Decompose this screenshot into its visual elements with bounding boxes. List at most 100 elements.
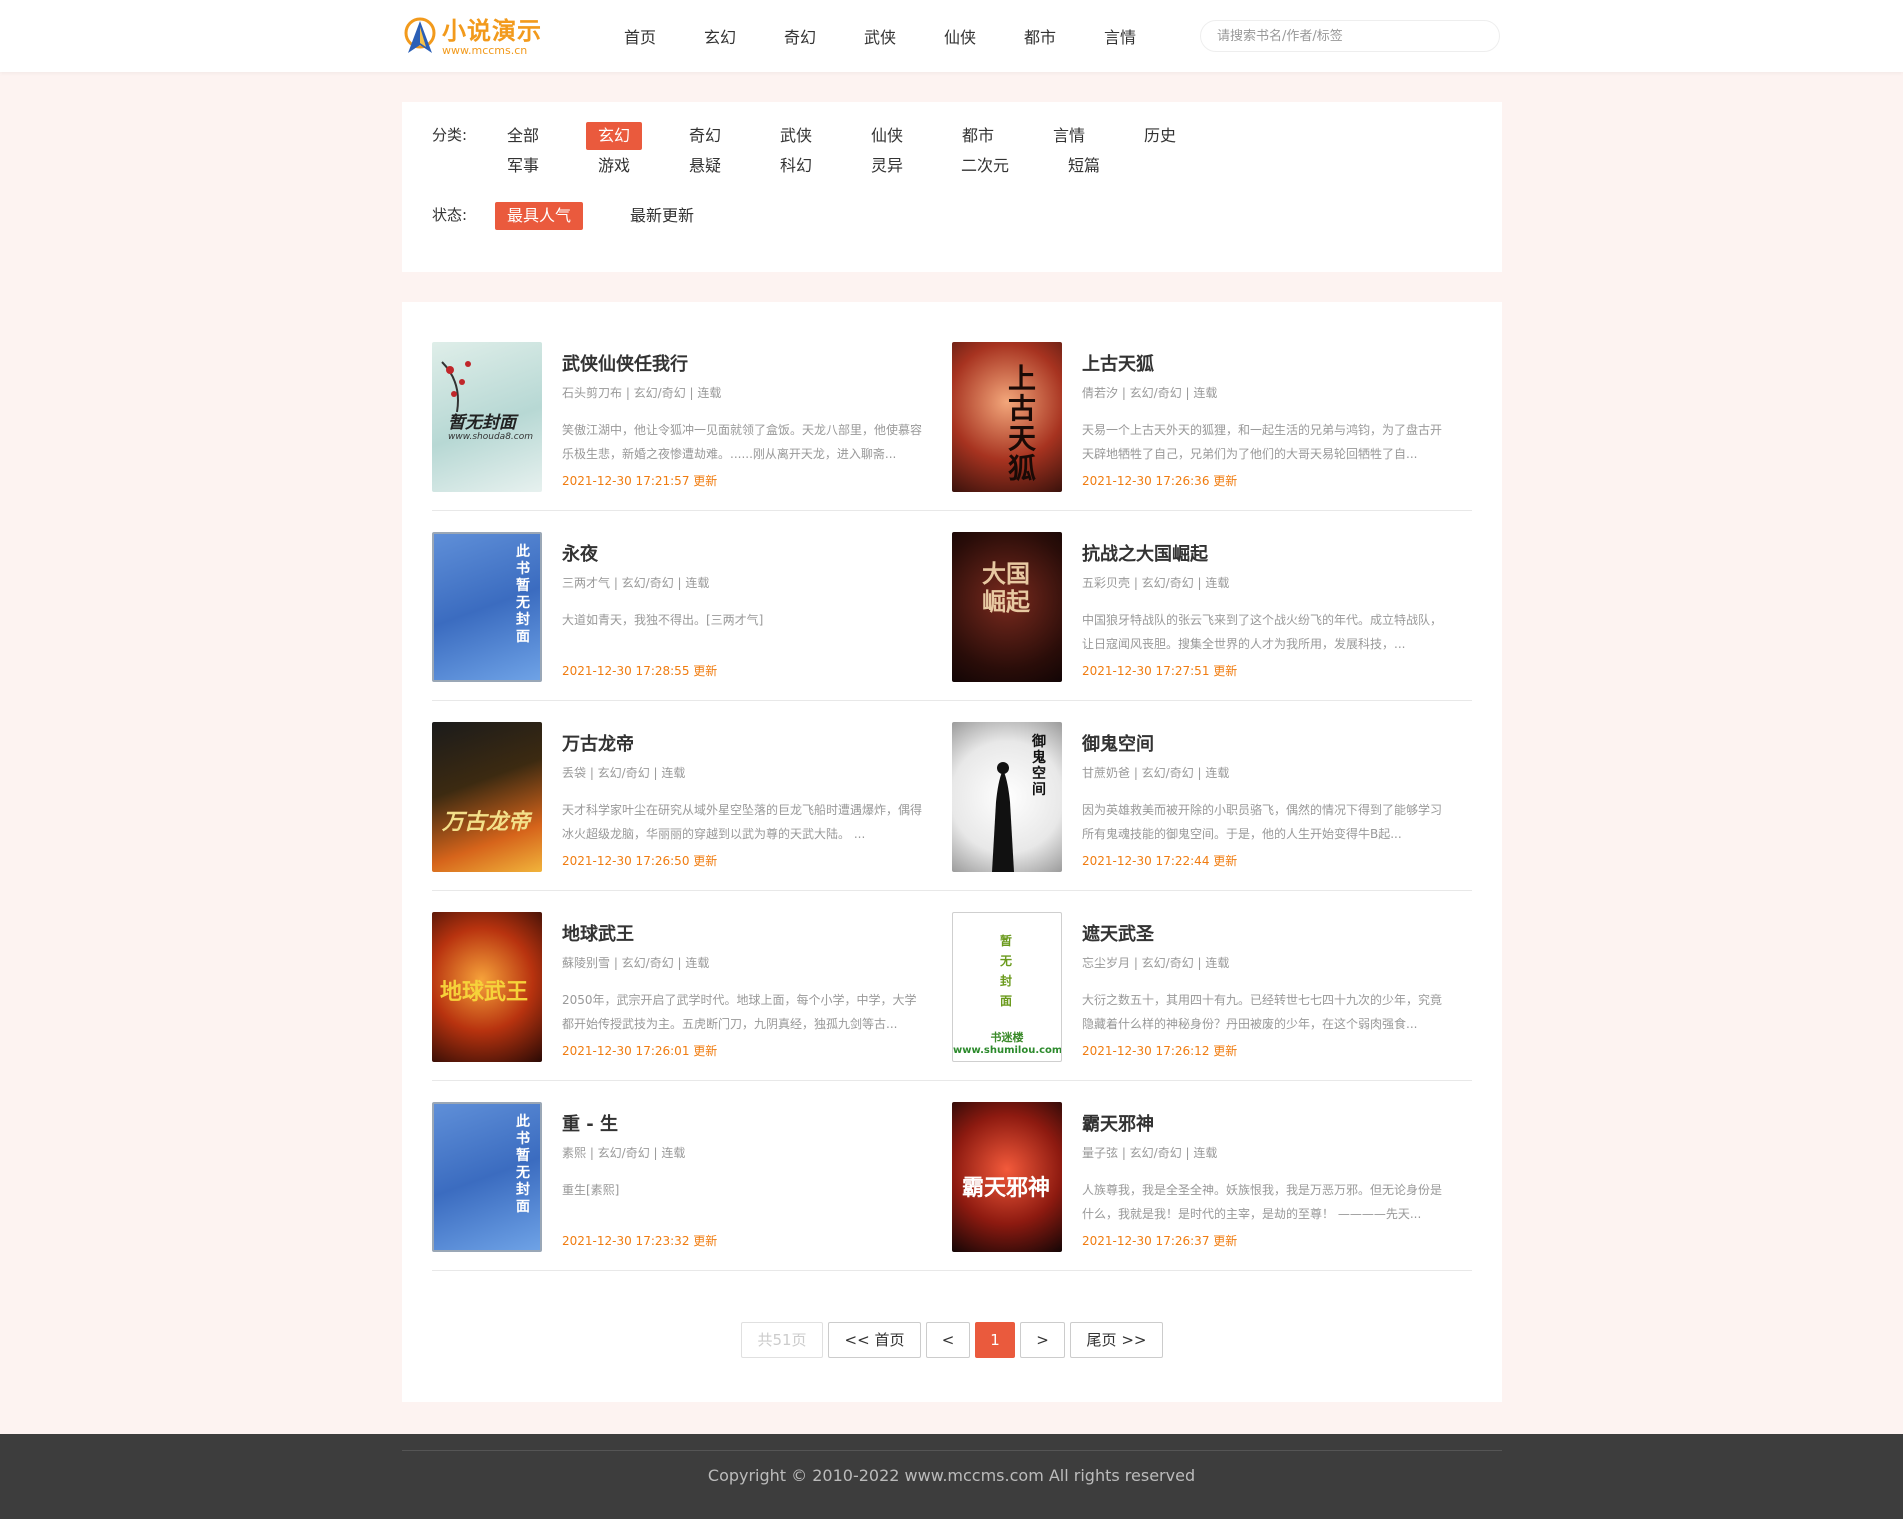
- book-cover[interactable]: 万古龙帝: [432, 722, 542, 872]
- book-update-time: 2021-12-30 17:22:44 更新: [1082, 854, 1238, 868]
- category-youxi[interactable]: 游戏: [586, 152, 642, 180]
- book-update-time: 2021-12-30 17:26:01 更新: [562, 1044, 718, 1058]
- book-desc: 大道如青天，我独不得出。[三两才气]: [562, 613, 764, 627]
- book-cover[interactable]: 此书暂无封面: [432, 1102, 542, 1252]
- book-cover[interactable]: 暂无封面 书迷楼 www.shumilou.com: [952, 912, 1062, 1062]
- book-title[interactable]: 抗战之大国崛起: [1082, 540, 1208, 566]
- site-footer: Copyright © 2010-2022 www.mccms.com All …: [0, 1434, 1903, 1519]
- book-item[interactable]: 大国崛起 抗战之大国崛起 五彩贝壳 | 玄幻/奇幻 | 连载 中国狼牙特战队的张…: [952, 532, 1472, 722]
- book-meta: 三两才气 | 玄幻/奇幻 | 连载: [562, 576, 710, 590]
- book-desc: 大衍之数五十，其用四十有九。已经转世七七四十九次的少年，究竟隐藏着什么样的神秘身…: [1082, 993, 1442, 1031]
- status-label: 状态:: [432, 206, 468, 224]
- book-title[interactable]: 御鬼空间: [1082, 730, 1154, 756]
- book-meta: 素熙 | 玄幻/奇幻 | 连载: [562, 1146, 686, 1160]
- book-title[interactable]: 上古天狐: [1082, 350, 1154, 376]
- category-erciyuan[interactable]: 二次元: [949, 152, 1021, 180]
- logo-icon: [402, 17, 438, 57]
- nav-item-dushi[interactable]: 都市: [1000, 24, 1080, 48]
- book-title[interactable]: 地球武王: [562, 920, 634, 946]
- logo-title: 小说演示: [442, 16, 542, 45]
- book-item[interactable]: 御鬼空间 御鬼空间 甘蔗奶爸 | 玄幻/奇幻 | 连载 因为英雄救美而被开除的小…: [952, 722, 1472, 912]
- search-box: [1200, 20, 1500, 52]
- book-title[interactable]: 重 - 生: [562, 1110, 618, 1136]
- site-header: 小说演示 www.mccms.cn 首页 玄幻 奇幻 武侠 仙侠 都市 言情: [0, 0, 1903, 72]
- category-duanpian[interactable]: 短篇: [1056, 152, 1112, 180]
- status-popular[interactable]: 最具人气: [494, 202, 584, 230]
- book-item[interactable]: 此书暂无封面 重 - 生 素熙 | 玄幻/奇幻 | 连载 重生[素熙] 2021…: [432, 1102, 952, 1292]
- category-wuxia[interactable]: 武侠: [768, 122, 824, 150]
- category-xuanhuan[interactable]: 玄幻: [585, 122, 643, 150]
- book-meta: 石头剪刀布 | 玄幻/奇幻 | 连载: [562, 386, 722, 400]
- category-all[interactable]: 全部: [495, 122, 551, 150]
- book-item[interactable]: 暂无封面 www.shouda8.com 武侠仙侠任我行 石头剪刀布 | 玄幻/…: [432, 342, 952, 532]
- row-divider: [432, 1080, 1472, 1081]
- row-divider: [432, 510, 1472, 511]
- book-meta: 倩若汐 | 玄幻/奇幻 | 连载: [1082, 386, 1218, 400]
- category-qihuan[interactable]: 奇幻: [677, 122, 733, 150]
- book-cover[interactable]: 霸天邪神: [952, 1102, 1062, 1252]
- nav-item-qihuan[interactable]: 奇幻: [760, 24, 840, 48]
- book-desc: 中国狼牙特战队的张云飞来到了这个战火纷飞的年代。成立特战队，让日寇闻风丧胆。搜集…: [1082, 613, 1442, 651]
- book-item[interactable]: 地球武王 地球武王 蘇陵别雪 | 玄幻/奇幻 | 连载 2050年，武宗开启了武…: [432, 912, 952, 1102]
- category-kehuan[interactable]: 科幻: [768, 152, 824, 180]
- row-divider: [432, 700, 1472, 701]
- book-item[interactable]: 霸天邪神 霸天邪神 量子弦 | 玄幻/奇幻 | 连载 人族尊我，我是全圣全神。妖…: [952, 1102, 1472, 1292]
- book-meta: 丢袋 | 玄幻/奇幻 | 连载: [562, 766, 686, 780]
- category-lishi[interactable]: 历史: [1132, 122, 1188, 150]
- filter-panel: 分类: 全部 玄幻 奇幻 武侠 仙侠 都市 言情 历史 军事 游戏 悬疑 科幻 …: [402, 102, 1502, 272]
- book-item[interactable]: 万古龙帝 万古龙帝 丢袋 | 玄幻/奇幻 | 连载 天才科学家叶尘在研究从域外星…: [432, 722, 952, 912]
- book-cover[interactable]: 大国崛起: [952, 532, 1062, 682]
- page-prev-button[interactable]: <: [926, 1322, 970, 1358]
- page-first-button[interactable]: << 首页: [828, 1322, 921, 1358]
- book-meta: 量子弦 | 玄幻/奇幻 | 连载: [1082, 1146, 1218, 1160]
- category-lingyi[interactable]: 灵异: [859, 152, 915, 180]
- category-xuanyi[interactable]: 悬疑: [677, 152, 733, 180]
- status-latest[interactable]: 最新更新: [618, 202, 706, 230]
- book-item[interactable]: 上古天狐 上古天狐 倩若汐 | 玄幻/奇幻 | 连载 天易一个上古天外天的狐狸，…: [952, 342, 1472, 532]
- book-update-time: 2021-12-30 17:28:55 更新: [562, 664, 718, 678]
- nav-item-wuxia[interactable]: 武侠: [840, 24, 920, 48]
- logo-url: www.mccms.cn: [442, 43, 528, 57]
- category-xianxia[interactable]: 仙侠: [859, 122, 915, 150]
- nav-item-xuanhuan[interactable]: 玄幻: [680, 24, 760, 48]
- row-divider: [432, 890, 1472, 891]
- footer-divider: [402, 1450, 1502, 1451]
- book-desc: 因为英雄救美而被开除的小职员骆飞，偶然的情况下得到了能够学习所有鬼魂技能的御鬼空…: [1082, 803, 1442, 841]
- row-divider: [432, 1270, 1472, 1271]
- book-desc: 笑傲江湖中，他让令狐冲一见面就领了盒饭。天龙八部里，他使慕容乐极生悲，新婚之夜惨…: [562, 423, 922, 461]
- book-cover[interactable]: 御鬼空间: [952, 722, 1062, 872]
- book-cover[interactable]: 暂无封面 www.shouda8.com: [432, 342, 542, 492]
- book-desc: 天易一个上古天外天的狐狸，和一起生活的兄弟与鸿钧，为了盘古开天辟地牺牲了自己，兄…: [1082, 423, 1442, 461]
- nav-item-home[interactable]: 首页: [600, 24, 680, 48]
- nav-item-yanqing[interactable]: 言情: [1080, 24, 1160, 48]
- nav-item-xianxia[interactable]: 仙侠: [920, 24, 1000, 48]
- book-meta: 甘蔗奶爸 | 玄幻/奇幻 | 连载: [1082, 766, 1230, 780]
- page-last-button[interactable]: 尾页 >>: [1070, 1322, 1163, 1358]
- book-title[interactable]: 永夜: [562, 540, 598, 566]
- category-yanqing[interactable]: 言情: [1041, 122, 1097, 150]
- book-desc: 人族尊我，我是全圣全神。妖族恨我，我是万恶万邪。但无论身份是什么，我就是我！是时…: [1082, 1183, 1442, 1221]
- book-cover[interactable]: 上古天狐: [952, 342, 1062, 492]
- book-title[interactable]: 武侠仙侠任我行: [562, 350, 688, 376]
- book-item[interactable]: 暂无封面 书迷楼 www.shumilou.com 遮天武圣 忘尘岁月 | 玄幻…: [952, 912, 1472, 1102]
- search-input[interactable]: [1201, 21, 1499, 51]
- main-nav: 首页 玄幻 奇幻 武侠 仙侠 都市 言情: [600, 0, 1160, 72]
- book-update-time: 2021-12-30 17:21:57 更新: [562, 474, 718, 488]
- category-junshi[interactable]: 军事: [495, 152, 551, 180]
- book-update-time: 2021-12-30 17:26:37 更新: [1082, 1234, 1238, 1248]
- book-title[interactable]: 霸天邪神: [1082, 1110, 1154, 1136]
- book-cover[interactable]: 此书暂无封面: [432, 532, 542, 682]
- book-item[interactable]: 此书暂无封面 永夜 三两才气 | 玄幻/奇幻 | 连载 大道如青天，我独不得出。…: [432, 532, 952, 722]
- book-update-time: 2021-12-30 17:26:50 更新: [562, 854, 718, 868]
- book-cover[interactable]: 地球武王: [432, 912, 542, 1062]
- book-desc: 2050年，武宗开启了武学时代。地球上面，每个小学，中学，大学都开始传授武技为主…: [562, 993, 917, 1031]
- site-logo[interactable]: 小说演示 www.mccms.cn: [402, 15, 542, 59]
- page-current[interactable]: 1: [975, 1322, 1015, 1358]
- category-dushi[interactable]: 都市: [950, 122, 1006, 150]
- book-title[interactable]: 万古龙帝: [562, 730, 634, 756]
- book-meta: 蘇陵别雪 | 玄幻/奇幻 | 连载: [562, 956, 710, 970]
- copyright-text: Copyright © 2010-2022 www.mccms.com All …: [707, 1466, 1196, 1485]
- book-title[interactable]: 遮天武圣: [1082, 920, 1154, 946]
- book-update-time: 2021-12-30 17:26:36 更新: [1082, 474, 1238, 488]
- page-next-button[interactable]: >: [1020, 1322, 1065, 1358]
